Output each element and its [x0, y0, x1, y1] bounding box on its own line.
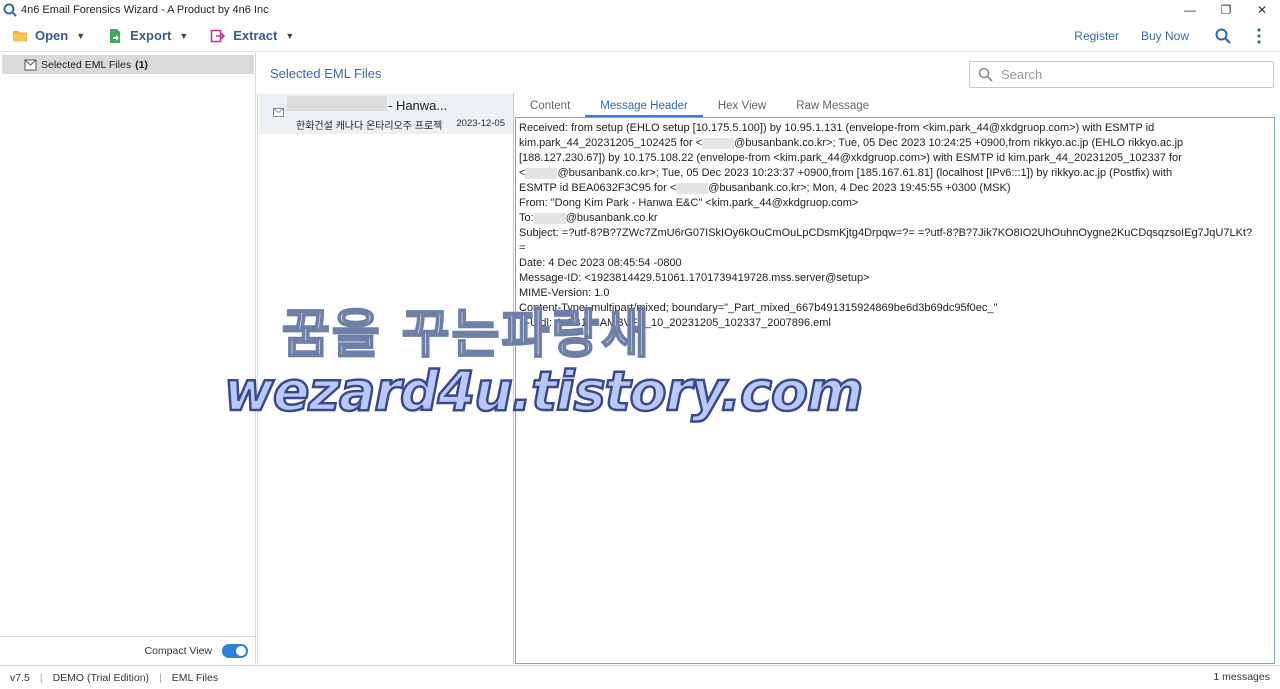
header-line: To: @busanbank.co.kr: [519, 212, 658, 224]
chevron-down-icon: ▼: [285, 30, 295, 41]
extract-button[interactable]: Extract ▼: [198, 20, 304, 52]
register-link[interactable]: Register: [1074, 29, 1119, 43]
open-button[interactable]: Open ▼: [0, 20, 95, 52]
header-line: Subject: =?utf-8?B?7ZWc7ZmU6rG07ISkIOy6k…: [519, 227, 1253, 239]
app-logo-icon: [3, 3, 17, 17]
envelope-icon: [273, 108, 284, 117]
header-line: =: [519, 242, 526, 254]
left-panel: Selected EML Files (1) Compact View: [0, 53, 256, 664]
title-bar: 4n6 Email Forensics Wizard - A Product b…: [0, 0, 1280, 20]
toolbar: Open ▼ Export ▼ Extract ▼ Register Buy N…: [0, 20, 1280, 52]
message-date: 2023-12-05: [456, 118, 505, 129]
compact-view-label: Compact View: [144, 644, 212, 657]
eml-file-icon: [24, 59, 37, 70]
open-label: Open: [35, 28, 69, 43]
tab-hex-view[interactable]: Hex View: [703, 95, 781, 117]
restore-button[interactable]: ❐: [1208, 0, 1244, 20]
minimize-button[interactable]: —: [1172, 0, 1208, 20]
status-mode: EML Files: [171, 671, 219, 684]
chevron-down-icon: ▼: [76, 30, 86, 41]
export-file-icon: [110, 28, 121, 43]
redacted-text: [702, 137, 735, 149]
search-icon[interactable]: [1214, 27, 1232, 45]
export-label: Export: [130, 28, 172, 43]
tab-message-header[interactable]: Message Header: [585, 95, 703, 117]
preview-tabs: Content Message Header Hex View Raw Mess…: [515, 95, 1275, 117]
watermark-korean: 꿈을 꾸는파랑새: [281, 304, 651, 366]
redacted-text: [533, 212, 566, 224]
message-subject: 한화건설 캐나다 온타리오주 프로젝: [296, 121, 443, 132]
header-line: From: "Dong Kim Park - Hanwa E&C" <kim.p…: [519, 197, 859, 209]
header-line: Message-ID: <1923814429.51061.1701739419…: [519, 272, 870, 284]
tree-item-count: (1): [135, 58, 148, 71]
redacted-text: [676, 182, 709, 194]
buy-now-link[interactable]: Buy Now: [1141, 29, 1189, 43]
status-version: v7.5: [10, 671, 30, 684]
header-line: < @busanbank.co.kr>; Tue, 05 Dec 2023 10:…: [519, 167, 1173, 179]
window-title: 4n6 Email Forensics Wizard - A Product b…: [21, 4, 269, 16]
page-title: Selected EML Files: [270, 66, 382, 81]
tree-item-selected-eml-files[interactable]: Selected EML Files (1): [2, 55, 254, 74]
chevron-down-icon: ▼: [179, 30, 189, 41]
toolbar-right: Register Buy Now: [1063, 20, 1280, 52]
redacted-text: [525, 167, 558, 179]
export-button[interactable]: Export ▼: [95, 20, 198, 52]
window-controls: — ❐ ✕: [1172, 0, 1280, 20]
status-bar: v7.5 | DEMO (Trial Edition) | EML Files …: [0, 665, 1280, 689]
list-item[interactable]: - Hanwa... 한화건설 캐나다 온타리오주 프로젝 2023-12-05: [259, 94, 513, 134]
status-edition: DEMO (Trial Edition): [52, 671, 150, 684]
compact-view-toggle[interactable]: [222, 643, 248, 658]
header-line: [188.127.230.67]) by 10.175.108.22 (enve…: [519, 152, 1182, 164]
folder-icon: [13, 30, 27, 41]
header-line: Received: from setup (EHLO setup [10.175…: [519, 122, 1155, 134]
search-input[interactable]: [1001, 67, 1261, 82]
tab-raw-message[interactable]: Raw Message: [781, 95, 884, 117]
compact-view-row: Compact View: [0, 636, 256, 664]
header-line: Date: 4 Dec 2023 08:45:54 -0800: [519, 257, 682, 269]
message-sender: - Hanwa...: [388, 98, 448, 113]
search-icon: [978, 67, 993, 82]
header-line: ESMTP id BEA0632F3C95 for < @busanbank.co…: [519, 182, 1011, 194]
status-message-count: 1 messages: [1213, 671, 1270, 683]
close-button[interactable]: ✕: [1244, 0, 1280, 20]
search-box[interactable]: [969, 61, 1274, 88]
more-options-icon[interactable]: [1250, 27, 1268, 45]
extract-label: Extract: [233, 28, 278, 43]
extract-icon: [210, 29, 226, 42]
watermark-url: wezard4u.tistory.com: [223, 359, 865, 425]
header-line: kim.park_44_20231205_102425 for < @busanb…: [519, 137, 1184, 149]
redacted-sender: [287, 96, 387, 111]
tree-item-label: Selected EML Files: [41, 58, 132, 71]
tab-content[interactable]: Content: [515, 95, 585, 117]
